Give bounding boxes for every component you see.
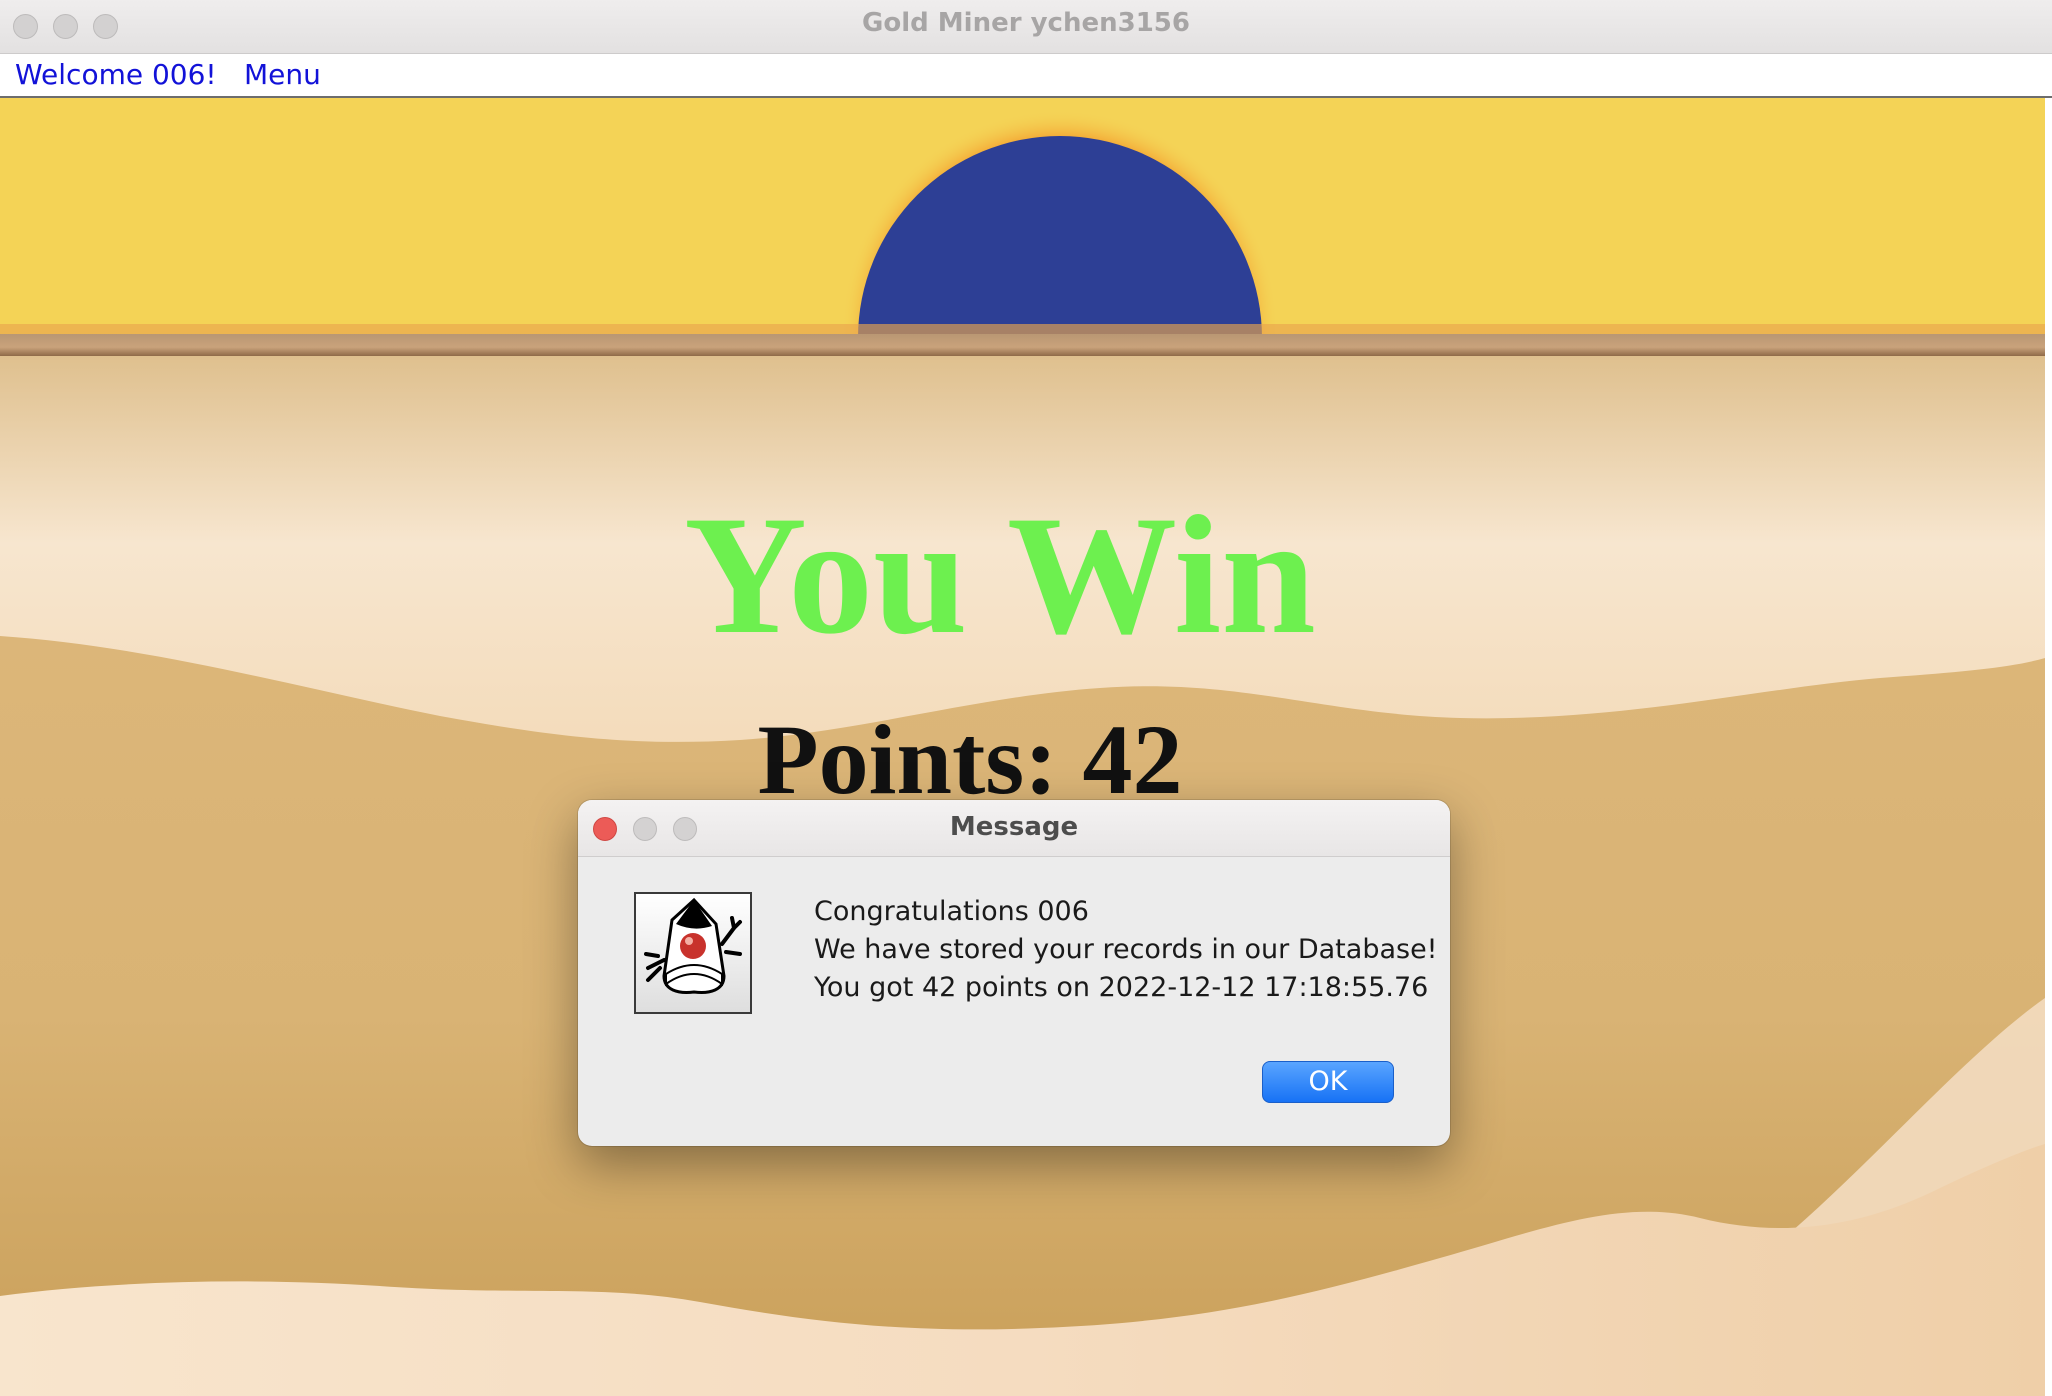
window-titlebar[interactable]: Gold Miner ychen3156 xyxy=(0,0,2052,54)
menu-menu[interactable]: Menu xyxy=(244,58,321,91)
window-edge xyxy=(2045,98,2052,1396)
message-dialog: Message Congratulations 006 We have stor… xyxy=(578,800,1450,1146)
menu-bar: Welcome 006! Menu xyxy=(0,54,2052,98)
game-scene: You Win Points: 42 xyxy=(0,98,2045,1396)
dialog-message-line: Congratulations 006 xyxy=(814,896,1089,927)
app-window: Gold Miner ychen3156 Welcome 006! Menu Y… xyxy=(0,0,2052,1396)
ok-button[interactable]: OK xyxy=(1262,1061,1394,1103)
window-title: Gold Miner ychen3156 xyxy=(862,8,1190,38)
java-duke-icon xyxy=(634,892,752,1014)
dialog-message-line: We have stored your records in our Datab… xyxy=(814,934,1438,965)
dialog-title: Message xyxy=(949,812,1079,842)
points-display: Points: 42 xyxy=(757,704,1183,815)
horizon-ledge xyxy=(0,334,2045,356)
dialog-titlebar[interactable]: Message xyxy=(578,800,1450,857)
dialog-message-line: You got 42 points on 2022-12-12 17:18:55… xyxy=(814,972,1429,1003)
menu-welcome[interactable]: Welcome 006! xyxy=(15,58,217,91)
win-headline: You Win xyxy=(684,481,1316,669)
